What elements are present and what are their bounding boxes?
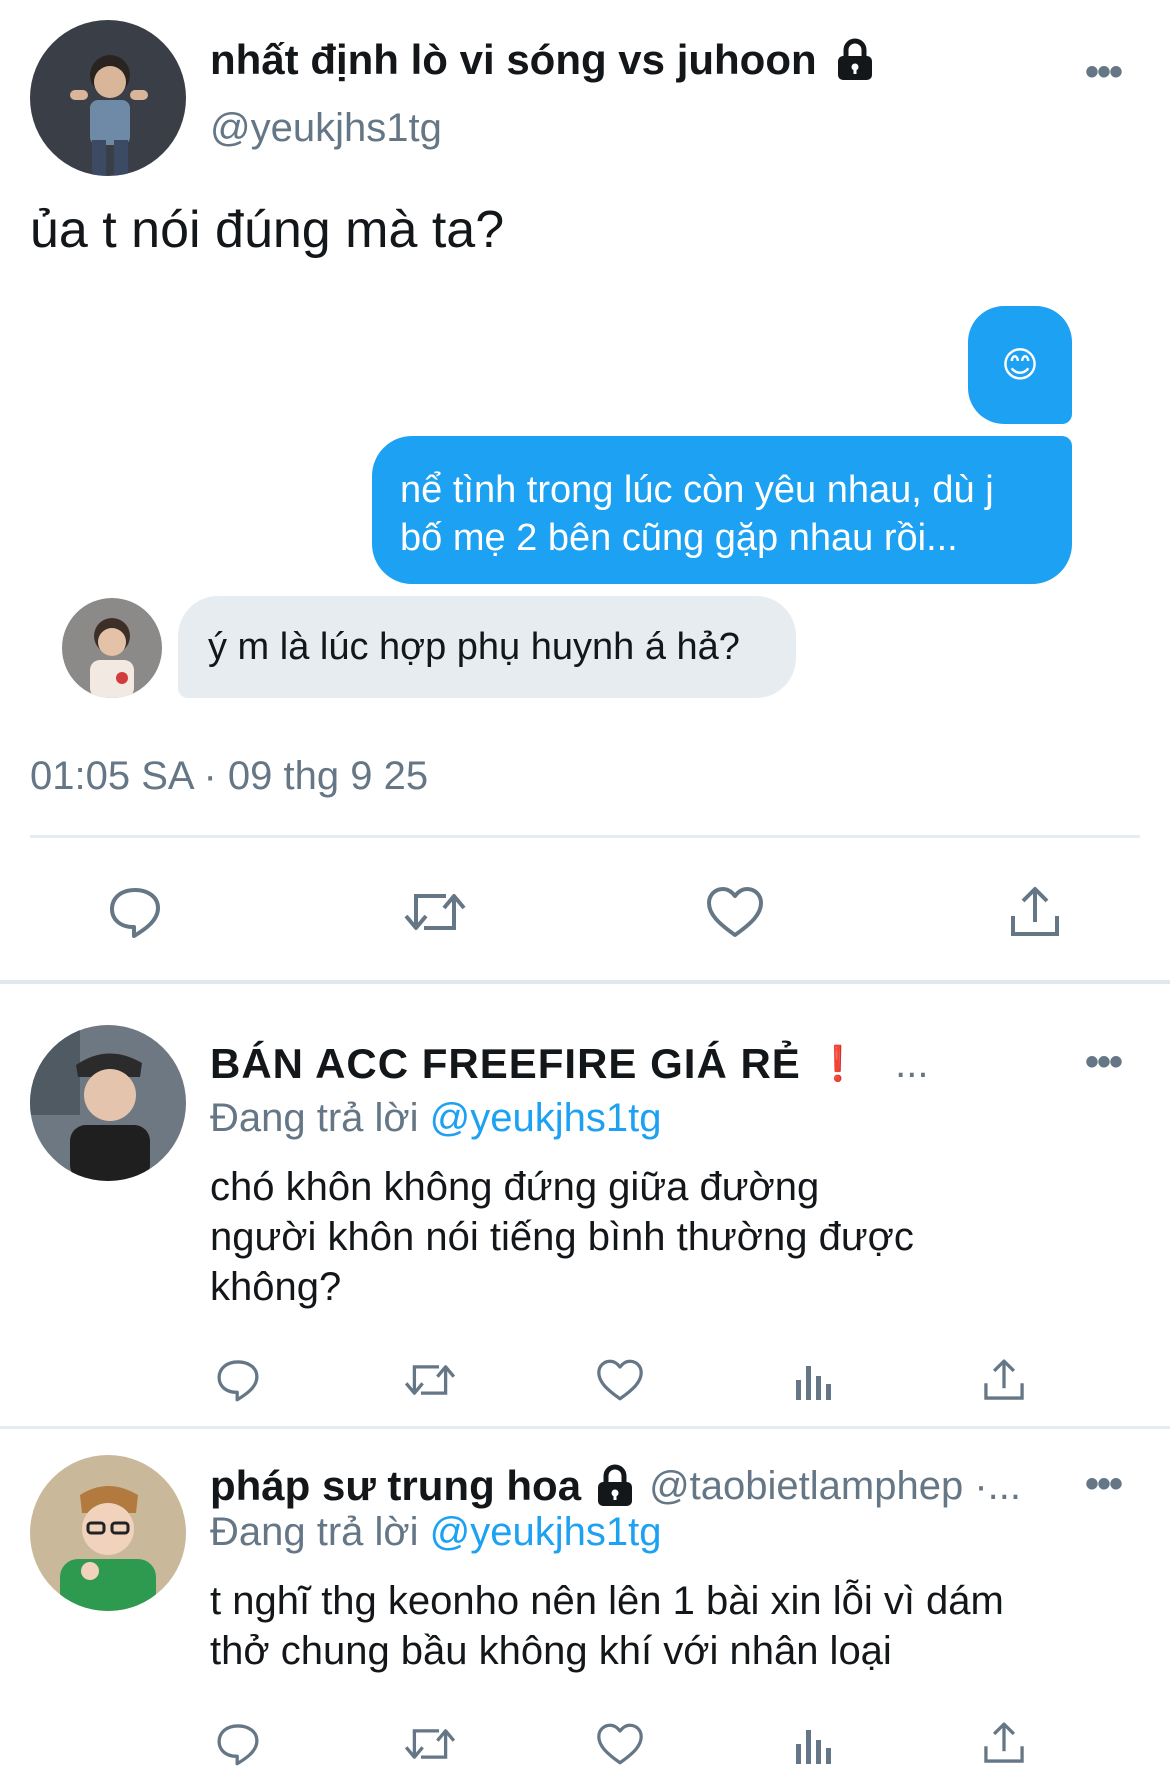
reply-handle[interactable]: @taobietlamphep ·... <box>649 1464 1021 1509</box>
reply-display-name[interactable]: BÁN ACC FREEFIRE GIÁ RẺ <box>210 1040 801 1088</box>
share-button[interactable] <box>1000 880 1070 944</box>
like-button[interactable] <box>592 1352 648 1408</box>
more-icon[interactable]: ••• <box>1085 1040 1123 1085</box>
smile-emoji: 😊 <box>1001 344 1039 385</box>
reply-text: chó khôn không đứng giữa đường người khô… <box>210 1165 914 1309</box>
analytics-icon <box>796 1730 831 1764</box>
share-button[interactable] <box>976 1352 1032 1408</box>
retweet-button[interactable] <box>400 880 470 944</box>
analytics-button[interactable] <box>786 1716 842 1772</box>
reply-divider <box>0 1426 1170 1429</box>
retweet-icon <box>404 1365 456 1395</box>
reply-avatar[interactable] <box>30 1025 186 1181</box>
analytics-button[interactable] <box>786 1352 842 1408</box>
reply-icon <box>217 1360 259 1402</box>
reply-icon <box>110 888 160 938</box>
author-display-name[interactable]: nhất định lò vi sóng vs juhoon <box>210 36 817 84</box>
share-icon <box>1011 887 1059 936</box>
like-button[interactable] <box>592 1716 648 1772</box>
exclamation-badge-icon: ❗ <box>816 1045 860 1083</box>
like-icon <box>597 1359 643 1401</box>
retweet-icon <box>404 894 466 930</box>
reply-avatar[interactable] <box>30 1455 186 1611</box>
retweet-button[interactable] <box>400 1352 460 1408</box>
dm-bubble-incoming: ý m là lúc hợp phụ huynh á hả? <box>178 596 796 698</box>
more-icon[interactable]: ••• <box>1085 1462 1123 1507</box>
reply-button[interactable] <box>210 1352 266 1408</box>
divider <box>30 835 1140 838</box>
reply-button[interactable] <box>210 1716 266 1772</box>
reply-icon <box>217 1724 259 1766</box>
replying-to-line: Đang trả lời @yeukjhs1tg <box>210 1096 662 1141</box>
like-icon <box>597 1723 643 1765</box>
author-avatar[interactable] <box>30 20 186 176</box>
reply-button[interactable] <box>100 880 170 944</box>
share-icon <box>984 1721 1024 1763</box>
analytics-icon <box>796 1366 831 1400</box>
replying-to-line: Đang trả lời @yeukjhs1tg <box>210 1510 662 1555</box>
dm-outgoing-text: nể tình trong lúc còn yêu nhau, dù j bố … <box>400 469 994 559</box>
like-icon <box>707 887 763 937</box>
dm-incoming-text: ý m là lúc hợp phụ huynh á hả? <box>208 626 740 668</box>
section-divider <box>0 980 1170 984</box>
replying-to-mention[interactable]: @yeukjhs1tg <box>430 1096 662 1140</box>
lock-icon <box>837 38 872 80</box>
tweet-text: ủa t nói đúng mà ta? <box>30 201 505 259</box>
like-button[interactable] <box>700 880 770 944</box>
reply-display-name[interactable]: pháp sư trung hoa <box>210 1462 581 1510</box>
replying-to-mention[interactable]: @yeukjhs1tg <box>430 1510 662 1554</box>
author-handle[interactable]: @yeukjhs1tg <box>210 106 442 151</box>
retweet-button[interactable] <box>400 1716 460 1772</box>
dm-bubble-outgoing: nể tình trong lúc còn yêu nhau, dù j bố … <box>372 436 1072 584</box>
more-icon[interactable]: ••• <box>1085 50 1123 95</box>
share-button[interactable] <box>976 1716 1032 1769</box>
lock-icon <box>598 1464 633 1506</box>
retweet-icon <box>404 1729 456 1759</box>
replying-prefix: Đang trả lời <box>210 1096 419 1140</box>
tweet-timestamp[interactable]: 01:05 SA · 09 thg 9 25 <box>30 754 428 799</box>
dm-bubble-emoji: 😊 <box>968 306 1072 424</box>
reply-handle[interactable]: ... <box>895 1042 928 1087</box>
share-icon <box>984 1359 1024 1400</box>
replying-prefix: Đang trả lời <box>210 1510 419 1554</box>
dm-partner-avatar <box>62 598 162 698</box>
reply-text: t nghĩ thg keonho nên lên 1 bài xin lỗi … <box>210 1579 1004 1673</box>
